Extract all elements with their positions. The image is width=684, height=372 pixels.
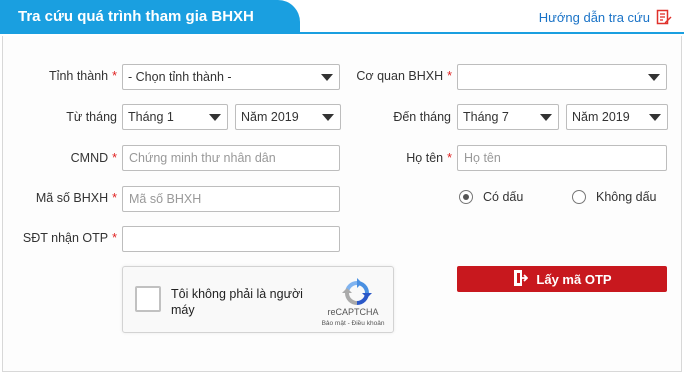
chevron-down-icon — [540, 114, 552, 121]
exit-door-icon — [512, 269, 529, 290]
chevron-down-icon — [322, 114, 334, 121]
to-month-label: Đến tháng — [393, 110, 451, 124]
recaptcha-links[interactable]: Bảo mật - Điều khoản — [313, 320, 393, 327]
chevron-down-icon — [321, 74, 333, 81]
phone-field[interactable] — [122, 226, 340, 252]
agency-select[interactable] — [457, 64, 667, 90]
chevron-down-icon — [649, 114, 661, 121]
to-year-select[interactable]: Năm 2019 — [566, 104, 668, 130]
radio-checked-icon — [459, 190, 473, 204]
to-month-value: Tháng 7 — [463, 110, 509, 124]
radio-with-diacritics-label: Có dấu — [483, 190, 524, 204]
province-select[interactable]: - Chọn tỉnh thành - — [122, 64, 340, 90]
recaptcha-widget: Tôi không phải là người máy reCAPTCHA Bả… — [122, 266, 394, 333]
radio-without-diacritics[interactable]: Không dấu — [572, 187, 656, 207]
recaptcha-brand: reCAPTCHA — [327, 307, 379, 317]
radio-with-diacritics[interactable]: Có dấu — [459, 187, 523, 207]
chevron-down-icon — [648, 74, 660, 81]
guide-link[interactable]: Hướng dẫn tra cứu — [539, 7, 672, 27]
name-label: Họ tên * — [406, 151, 452, 165]
to-month-select[interactable]: Tháng 7 — [457, 104, 559, 130]
province-label: Tỉnh thành * — [49, 69, 117, 83]
chevron-down-icon — [209, 114, 221, 121]
from-year-select[interactable]: Năm 2019 — [235, 104, 341, 130]
from-month-label: Từ tháng — [66, 110, 117, 124]
phone-label: SĐT nhận OTP * — [22, 231, 117, 245]
bhxh-field[interactable]: Mã số BHXH — [122, 186, 340, 212]
header-bar: Tra cứu quá trình tham gia BHXH Hướng dẫ… — [0, 0, 684, 34]
from-month-select[interactable]: Tháng 1 — [122, 104, 228, 130]
from-month-value: Tháng 1 — [128, 110, 174, 124]
page-title: Tra cứu quá trình tham gia BHXH — [0, 0, 300, 34]
edit-document-icon — [656, 9, 672, 25]
get-otp-button[interactable]: Lấy mã OTP — [457, 266, 667, 292]
recaptcha-checkbox[interactable] — [135, 286, 161, 312]
bhxh-label: Mã số BHXH * — [35, 191, 117, 205]
from-year-value: Năm 2019 — [241, 110, 299, 124]
agency-label: Cơ quan BHXH * — [356, 69, 452, 83]
province-select-value: - Chọn tỉnh thành - — [128, 70, 232, 84]
name-field[interactable]: Họ tên — [457, 145, 667, 171]
cmnd-label: CMND * — [70, 151, 117, 165]
lookup-widget: Tra cứu quá trình tham gia BHXH Hướng dẫ… — [0, 0, 684, 372]
guide-link-label: Hướng dẫn tra cứu — [538, 9, 650, 25]
radio-unchecked-icon — [572, 190, 586, 204]
to-year-value: Năm 2019 — [572, 110, 630, 124]
radio-without-diacritics-label: Không dấu — [596, 190, 657, 204]
recaptcha-text: Tôi không phải là người máy — [171, 287, 303, 317]
cmnd-field[interactable]: Chứng minh thư nhân dân — [122, 145, 340, 171]
get-otp-label: Lấy mã OTP — [536, 271, 612, 287]
